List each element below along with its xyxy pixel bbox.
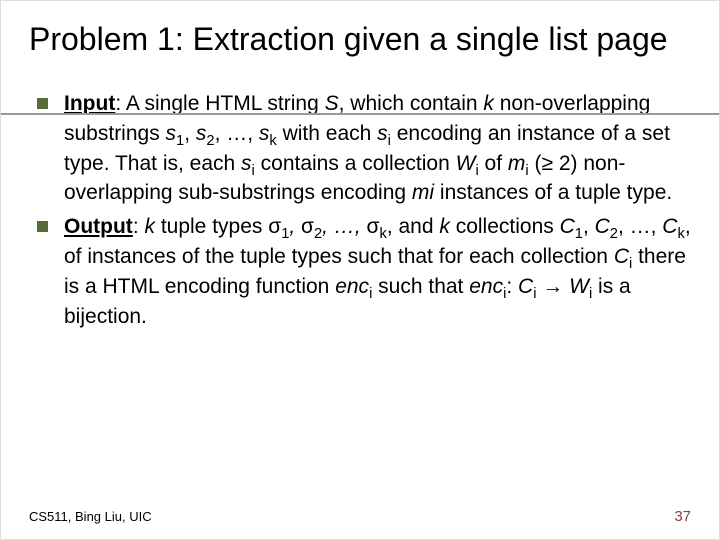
bullet-output-text: Output: k tuple types σ1, σ2, …, σk, and… bbox=[64, 212, 691, 331]
bullet-input-text: Input: A single HTML string S, which con… bbox=[64, 89, 691, 208]
slide-title: Problem 1: Extraction given a single lis… bbox=[29, 19, 691, 59]
footer: CS511, Bing Liu, UIC 37 bbox=[29, 508, 691, 525]
square-bullet-icon bbox=[37, 221, 48, 232]
title-underline bbox=[1, 113, 719, 115]
slide: Problem 1: Extraction given a single lis… bbox=[1, 1, 719, 539]
content: Input: A single HTML string S, which con… bbox=[29, 89, 691, 332]
bullet-input: Input: A single HTML string S, which con… bbox=[37, 89, 691, 208]
square-bullet-icon bbox=[37, 98, 48, 109]
footer-left: CS511, Bing Liu, UIC bbox=[29, 509, 152, 524]
bullet-output: Output: k tuple types σ1, σ2, …, σk, and… bbox=[37, 212, 691, 331]
page-number: 37 bbox=[674, 508, 691, 525]
